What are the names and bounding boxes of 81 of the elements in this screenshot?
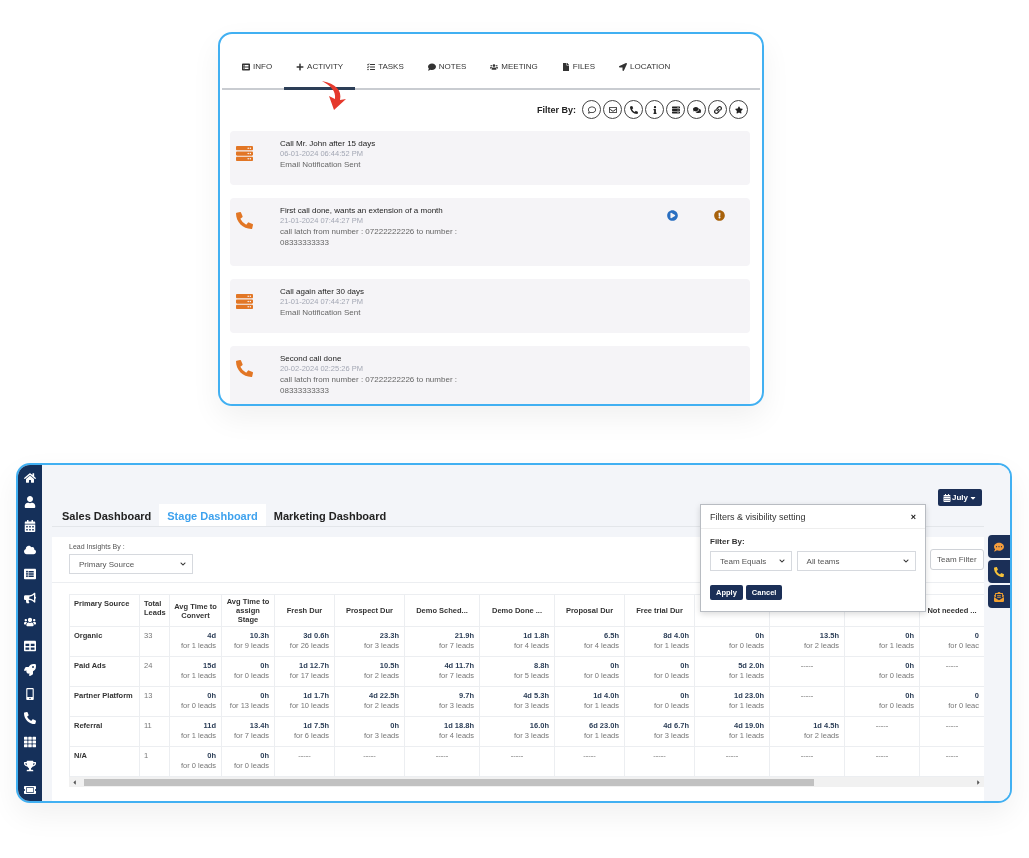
tab-label: ACTIVITY: [307, 62, 344, 71]
activity-tab[interactable]: LOCATION: [607, 46, 683, 90]
activity-tab[interactable]: NOTES: [415, 46, 479, 90]
activity-title: Second call done: [280, 354, 343, 363]
phone-icon: [236, 212, 253, 229]
tab-label: LOCATION: [630, 62, 671, 71]
close-button[interactable]: ×: [910, 511, 916, 522]
phone-icon: [236, 360, 253, 377]
filter-label: Filter By:: [710, 537, 746, 546]
dashboard-tab[interactable]: Marketing Dashboard: [265, 504, 395, 526]
tab-label: MEETING: [501, 62, 538, 71]
location-arrow-icon: [619, 62, 627, 71]
chevron-icon: [903, 558, 909, 564]
user-icon[interactable]: [24, 494, 36, 510]
rocket-icon[interactable]: [24, 662, 36, 678]
activity-description: Email Notification Sent: [280, 307, 362, 318]
tasks-filter-button[interactable]: [666, 100, 685, 119]
star-filter-button[interactable]: [729, 100, 748, 119]
activity-tab[interactable]: INFO: [230, 46, 285, 90]
insights-select[interactable]: Primary Source: [69, 554, 193, 574]
filter-label: Filter By:: [537, 104, 576, 115]
activity-description: Email Notification Sent: [280, 159, 362, 170]
list-icon[interactable]: [24, 566, 36, 582]
server-icon: [236, 293, 253, 310]
mobile-icon[interactable]: [24, 686, 36, 702]
chat-filter-button[interactable]: [687, 100, 706, 119]
team-filter-button[interactable]: Team Filter: [930, 549, 984, 570]
team-select[interactable]: All teams: [796, 551, 916, 571]
activity-description: call latch from number : 07222222226 to number : 08333333333: [280, 226, 458, 248]
users-icon: [490, 62, 499, 71]
activity-tab[interactable]: FILES: [549, 46, 607, 90]
activity-description: call latch from number : 07222222226 to number : 08333333333: [280, 374, 458, 396]
server-icon: [671, 105, 680, 114]
condition-select[interactable]: Team Equals: [710, 551, 792, 571]
tab-label: FILES: [572, 62, 595, 71]
activity-title: Call again after 30 days: [280, 287, 366, 296]
dashboard-tab[interactable]: Sales Dashboard: [54, 504, 160, 526]
month-button[interactable]: July: [938, 489, 982, 506]
phone-icon[interactable]: [988, 560, 1010, 583]
scroll-left-icon[interactable]: [71, 778, 78, 786]
calendar-icon[interactable]: [24, 518, 36, 534]
tasks-icon: [367, 62, 376, 71]
envelope-icon[interactable]: [988, 585, 1010, 608]
link-icon: [713, 105, 722, 114]
activity-tab[interactable]: TASKS: [355, 46, 416, 90]
server-icon: [236, 145, 253, 162]
grid-icon[interactable]: [24, 734, 36, 750]
chat-icon: [692, 105, 701, 114]
home-icon[interactable]: [24, 470, 36, 486]
tab-label: NOTES: [438, 62, 467, 71]
phone-icon[interactable]: [24, 710, 36, 726]
info-filter-button[interactable]: [645, 100, 664, 119]
envelope-icon: [608, 105, 617, 114]
plus-icon: [296, 62, 305, 71]
calendar-icon: [943, 493, 951, 502]
comment-icon: [427, 62, 436, 71]
phone-icon: [629, 105, 638, 114]
list-icon: [242, 62, 250, 71]
scrollbar[interactable]: [69, 777, 984, 787]
tab-label: TASKS: [378, 62, 404, 71]
star-icon: [734, 105, 743, 114]
call-filter-button[interactable]: [624, 100, 643, 119]
popup-title: Filters & visibility setting: [710, 511, 806, 522]
chevron-icon: [180, 561, 186, 567]
tab-label: INFO: [253, 62, 273, 71]
chat-icon[interactable]: [988, 535, 1010, 558]
activity-title: Call Mr. John after 15 days: [280, 139, 377, 148]
trophy-icon[interactable]: [24, 758, 36, 774]
comment-filter-button[interactable]: [582, 100, 601, 119]
activity-title: First call done, wants an extension of a month: [280, 206, 444, 215]
megaphone-icon[interactable]: [24, 590, 36, 606]
link-filter-button[interactable]: [708, 100, 727, 119]
email-filter-button[interactable]: [603, 100, 622, 119]
comment-icon: [587, 105, 596, 114]
chevron-icon: [778, 558, 785, 564]
table-icon[interactable]: [24, 638, 36, 654]
alert-icon[interactable]: [714, 210, 725, 221]
activity-tab[interactable]: MEETING: [478, 46, 550, 90]
scroll-right-icon[interactable]: [975, 778, 982, 786]
play-icon[interactable]: [667, 210, 678, 221]
file-icon: [561, 62, 570, 71]
